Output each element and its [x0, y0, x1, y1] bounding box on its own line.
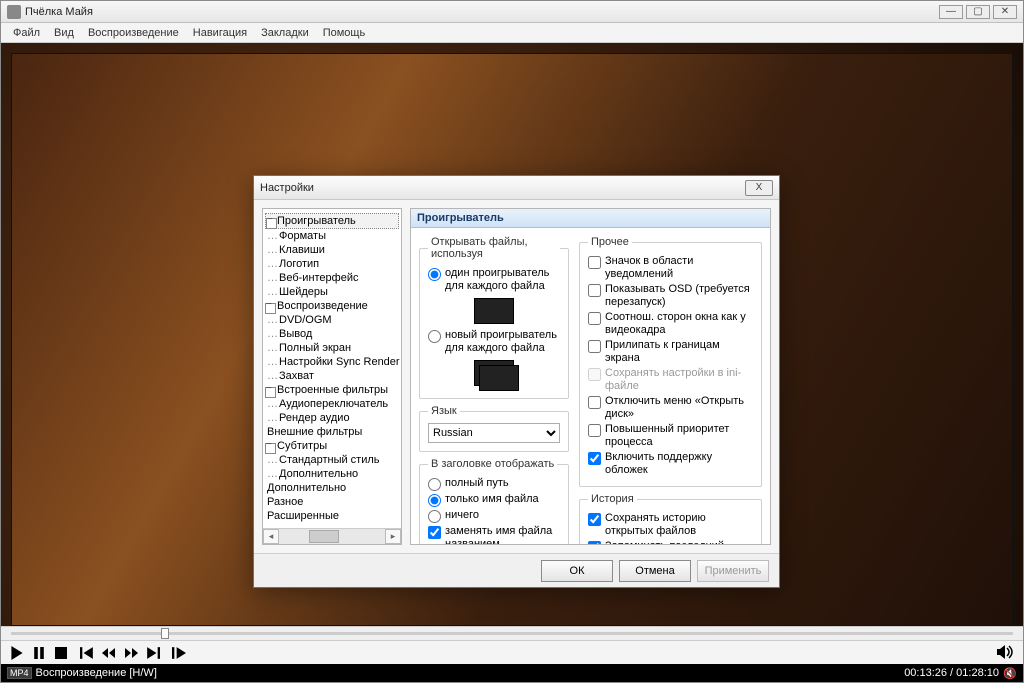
- open-files-legend: Открывать файлы, используя: [428, 236, 560, 260]
- history-files-checkbox[interactable]: Сохранять историю открытых файлов: [588, 511, 753, 539]
- tree-subtitles-advanced[interactable]: Дополнительно: [265, 467, 399, 481]
- tree-sync[interactable]: Настройки Sync Render: [265, 355, 399, 369]
- tree-audio-switch[interactable]: Аудиопереключатель: [265, 397, 399, 411]
- tray-checkbox[interactable]: Значок в области уведомлений: [588, 254, 753, 282]
- tree-shaders[interactable]: Шейдеры: [265, 285, 399, 299]
- covers-checkbox[interactable]: Включить поддержку обложек: [588, 450, 753, 478]
- tree-web[interactable]: Веб-интерфейс: [265, 271, 399, 285]
- menu-file[interactable]: Файл: [7, 25, 46, 41]
- tree-advanced[interactable]: Дополнительно: [265, 481, 399, 495]
- history-legend: История: [588, 493, 637, 505]
- dialog-button-row: ОК Отмена Применить: [254, 553, 779, 587]
- open-new-radio[interactable]: новый проигрыватель для каждого файла: [428, 328, 560, 356]
- menu-navigation[interactable]: Навигация: [187, 25, 253, 41]
- frame-step-button[interactable]: [171, 645, 187, 661]
- apply-button: Применить: [697, 560, 769, 582]
- disable-menu-checkbox[interactable]: Отключить меню «Открыть диск»: [588, 394, 753, 422]
- format-badge: MP4: [7, 667, 32, 679]
- tree-player[interactable]: Проигрыватель: [265, 213, 399, 229]
- scroll-right-icon[interactable]: ▸: [385, 529, 401, 544]
- title-display-legend: В заголовке отображать: [428, 458, 557, 470]
- tree-keys[interactable]: Клавиши: [265, 243, 399, 257]
- tree-dvd[interactable]: DVD/OGM: [265, 313, 399, 327]
- tree-output[interactable]: Вывод: [265, 327, 399, 341]
- play-button[interactable]: [9, 645, 25, 661]
- open-single-radio[interactable]: один проигрыватель для каждого файла: [428, 266, 560, 294]
- menu-help[interactable]: Помощь: [317, 25, 372, 41]
- osd-checkbox[interactable]: Показывать OSD (требуется перезапуск): [588, 282, 753, 310]
- menu-playback[interactable]: Воспроизведение: [82, 25, 185, 41]
- ini-checkbox: Сохранять настройки в ini-файле: [588, 366, 753, 394]
- tree-misc[interactable]: Разное: [265, 495, 399, 509]
- menu-bookmarks[interactable]: Закладки: [255, 25, 315, 41]
- minimize-button[interactable]: —: [939, 5, 963, 19]
- forward-button[interactable]: [123, 645, 139, 661]
- playback-controls: [1, 640, 1023, 664]
- dialog-title: Настройки: [260, 182, 745, 194]
- open-files-group: Открывать файлы, используя один проигрыв…: [419, 236, 569, 399]
- app-icon: [7, 5, 21, 19]
- panel-header: Проигрыватель: [411, 209, 770, 228]
- title-nothing-radio[interactable]: ничего: [428, 508, 560, 524]
- tree-playback[interactable]: Воспроизведение: [265, 299, 399, 313]
- misc-group: Прочее Значок в области уведомлений Пока…: [579, 236, 762, 487]
- maximize-button[interactable]: ▢: [966, 5, 990, 19]
- seekbar[interactable]: [1, 626, 1023, 640]
- main-window: Пчёлка Майя — ▢ ✕ Файл Вид Воспроизведен…: [0, 0, 1024, 683]
- prev-button[interactable]: [79, 645, 95, 661]
- misc-legend: Прочее: [588, 236, 632, 248]
- window-title: Пчёлка Майя: [25, 6, 939, 18]
- single-player-icon: [474, 298, 514, 324]
- status-text: Воспроизведение [H/W]: [36, 667, 157, 679]
- dialog-titlebar[interactable]: Настройки X: [254, 176, 779, 200]
- statusbar: MP4 Воспроизведение [H/W] 00:13:26 / 01:…: [1, 664, 1023, 682]
- history-playlist-checkbox[interactable]: Запоминать последний плейлист: [588, 539, 753, 545]
- settings-dialog: Настройки X Проигрыватель Форматы Клавиш…: [253, 175, 780, 588]
- pause-button[interactable]: [31, 645, 47, 661]
- title-replace-checkbox[interactable]: заменять имя файла названием: [428, 524, 560, 545]
- next-button[interactable]: [145, 645, 161, 661]
- title-filename-radio[interactable]: только имя файла: [428, 492, 560, 508]
- settings-panel: Проигрыватель Открывать файлы, используя…: [410, 208, 771, 545]
- cancel-button[interactable]: Отмена: [619, 560, 691, 582]
- time-display: 00:13:26 / 01:28:10: [904, 667, 999, 679]
- ok-button[interactable]: ОК: [541, 560, 613, 582]
- scroll-left-icon[interactable]: ◂: [263, 529, 279, 544]
- menubar: Файл Вид Воспроизведение Навигация Закла…: [1, 23, 1023, 43]
- tree-capture[interactable]: Захват: [265, 369, 399, 383]
- tree-extended[interactable]: Расширенные: [265, 509, 399, 523]
- stop-button[interactable]: [53, 645, 69, 661]
- tree-subtitles[interactable]: Субтитры: [265, 439, 399, 453]
- close-button[interactable]: ✕: [993, 5, 1017, 19]
- settings-tree[interactable]: Проигрыватель Форматы Клавиши Логотип Ве…: [262, 208, 402, 545]
- multi-player-icon: [474, 360, 514, 386]
- seek-track[interactable]: [11, 632, 1013, 635]
- tree-logo[interactable]: Логотип: [265, 257, 399, 271]
- volume-icon[interactable]: [997, 645, 1015, 661]
- titlebar[interactable]: Пчёлка Майя — ▢ ✕: [1, 1, 1023, 23]
- history-group: История Сохранять историю открытых файло…: [579, 493, 762, 545]
- title-display-group: В заголовке отображать полный путь тольк…: [419, 458, 569, 545]
- scrollbar-thumb[interactable]: [309, 530, 339, 543]
- priority-checkbox[interactable]: Повышенный приоритет процесса: [588, 422, 753, 450]
- video-area[interactable]: Настройки X Проигрыватель Форматы Клавиш…: [1, 43, 1023, 626]
- mute-icon[interactable]: 🔇: [999, 667, 1017, 680]
- tree-fullscreen[interactable]: Полный экран: [265, 341, 399, 355]
- tree-horizontal-scrollbar[interactable]: ◂ ▸: [263, 528, 401, 544]
- language-legend: Язык: [428, 405, 460, 417]
- snap-checkbox[interactable]: Прилипать к границам экрана: [588, 338, 753, 366]
- tree-audio-render[interactable]: Рендер аудио: [265, 411, 399, 425]
- tree-standard-style[interactable]: Стандартный стиль: [265, 453, 399, 467]
- dialog-close-button[interactable]: X: [745, 180, 773, 196]
- title-fullpath-radio[interactable]: полный путь: [428, 476, 560, 492]
- tree-builtin-filters[interactable]: Встроенные фильтры: [265, 383, 399, 397]
- language-select[interactable]: Russian: [428, 423, 560, 443]
- tree-external-filters[interactable]: Внешние фильтры: [265, 425, 399, 439]
- rewind-button[interactable]: [101, 645, 117, 661]
- language-group: Язык Russian: [419, 405, 569, 452]
- tree-formats[interactable]: Форматы: [265, 229, 399, 243]
- menu-view[interactable]: Вид: [48, 25, 80, 41]
- seek-thumb[interactable]: [161, 628, 169, 639]
- aspect-checkbox[interactable]: Соотнош. сторон окна как у видеокадра: [588, 310, 753, 338]
